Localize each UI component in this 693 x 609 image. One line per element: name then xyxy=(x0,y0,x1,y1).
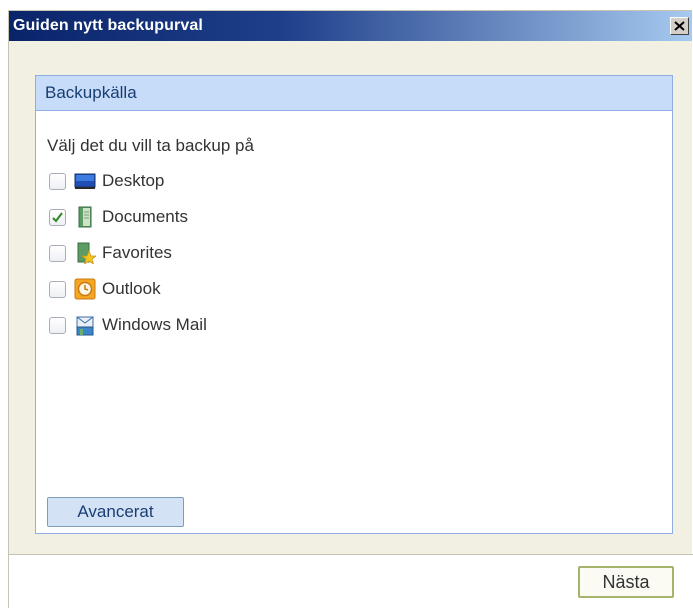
desktop-checkbox[interactable] xyxy=(49,172,66,190)
documents-icon xyxy=(74,206,96,228)
close-icon xyxy=(674,21,685,31)
next-button[interactable]: Nästa xyxy=(578,566,674,598)
outlook-icon xyxy=(74,278,96,300)
desktop-icon xyxy=(74,170,96,192)
dialog-footer: Nästa xyxy=(9,554,693,609)
source-label-documents: Documents xyxy=(102,207,188,226)
source-item-favorites[interactable]: Favorites xyxy=(49,240,172,266)
advanced-button[interactable]: Avancerat xyxy=(47,497,184,527)
source-label-windows-mail: Windows Mail xyxy=(102,315,207,334)
documents-checkbox[interactable] xyxy=(49,208,66,226)
panel-prompt: Välj det du vill ta backup på xyxy=(47,136,254,155)
close-button[interactable] xyxy=(670,17,689,35)
window-title: Guiden nytt backupurval xyxy=(13,17,203,34)
source-item-desktop[interactable]: Desktop xyxy=(49,168,164,194)
backup-source-panel: Backupkälla Välj det du vill ta backup p… xyxy=(35,75,673,534)
outlook-checkbox[interactable] xyxy=(49,280,66,298)
dialog-window: Guiden nytt backupurval Backupkälla Välj… xyxy=(8,10,693,609)
source-label-outlook: Outlook xyxy=(102,279,161,298)
checkmark-icon xyxy=(52,211,63,223)
title-bar[interactable]: Guiden nytt backupurval xyxy=(9,11,692,41)
favorites-icon xyxy=(74,242,98,265)
windows-mail-checkbox[interactable] xyxy=(49,316,66,334)
favorites-checkbox[interactable] xyxy=(49,244,66,262)
windows-mail-icon xyxy=(74,314,96,336)
source-item-outlook[interactable]: Outlook xyxy=(49,276,161,302)
source-label-favorites: Favorites xyxy=(102,243,172,262)
source-item-windows-mail[interactable]: Windows Mail xyxy=(49,312,207,338)
source-item-documents[interactable]: Documents xyxy=(49,204,188,230)
source-label-desktop: Desktop xyxy=(102,171,165,190)
panel-header: Backupkälla xyxy=(36,76,672,111)
